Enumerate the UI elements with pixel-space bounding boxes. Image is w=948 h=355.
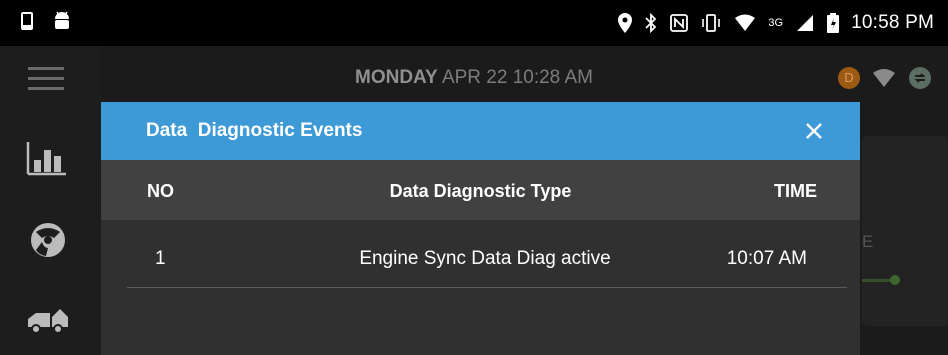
status-time: 10:58 PM (851, 12, 934, 33)
notification-icons (18, 10, 72, 32)
android-icon (55, 11, 69, 29)
vibrate-icon (702, 14, 721, 32)
column-header-no: NO (147, 181, 174, 201)
row-no: 1 (155, 248, 166, 269)
nfc-icon (670, 14, 689, 32)
table-row[interactable]: Engine Sync Data Diag active 1 10:07 AM (127, 220, 847, 288)
location-icon (618, 13, 633, 33)
status-bar: 3G 10:58 PM (0, 0, 948, 46)
wifi-status-icon (873, 69, 895, 87)
dialog-header: Data Diagnostic Events (101, 102, 860, 160)
system-icons: 3G 10:58 PM (618, 0, 934, 46)
sync-icon[interactable] (908, 66, 932, 90)
steering-wheel-icon[interactable] (26, 220, 70, 260)
background-card-text: E (862, 232, 874, 251)
background-progress-dot (890, 275, 900, 285)
table-header: Data Diagnostic Type NO TIME (101, 160, 860, 220)
close-icon[interactable] (802, 119, 826, 143)
battery-icon (827, 13, 840, 33)
wifi-icon (735, 14, 756, 31)
header-datetime: MONDAY APR 22 10:28 AM (0, 46, 948, 108)
signal-icon (797, 15, 814, 31)
column-header-type: Data Diagnostic Type (389, 181, 572, 201)
data-diagnostic-dialog: Data Diagnostic Events Data Diagnostic T… (101, 102, 860, 355)
bar-chart-icon[interactable] (26, 138, 70, 178)
header-day: MONDAY (355, 67, 438, 88)
avatar[interactable]: D (838, 67, 860, 89)
dialog-title: Data Diagnostic Events (146, 120, 363, 141)
background-card (862, 136, 948, 326)
row-time: 10:07 AM (726, 248, 807, 269)
bluetooth-icon (645, 13, 657, 33)
phone-icon (21, 12, 33, 30)
header-date: APR 22 10:28 AM (441, 67, 593, 88)
truck-icon[interactable] (26, 299, 70, 339)
network-type-label: 3G (768, 17, 784, 29)
header-icons: D (838, 66, 932, 90)
column-header-time: TIME (774, 181, 817, 201)
